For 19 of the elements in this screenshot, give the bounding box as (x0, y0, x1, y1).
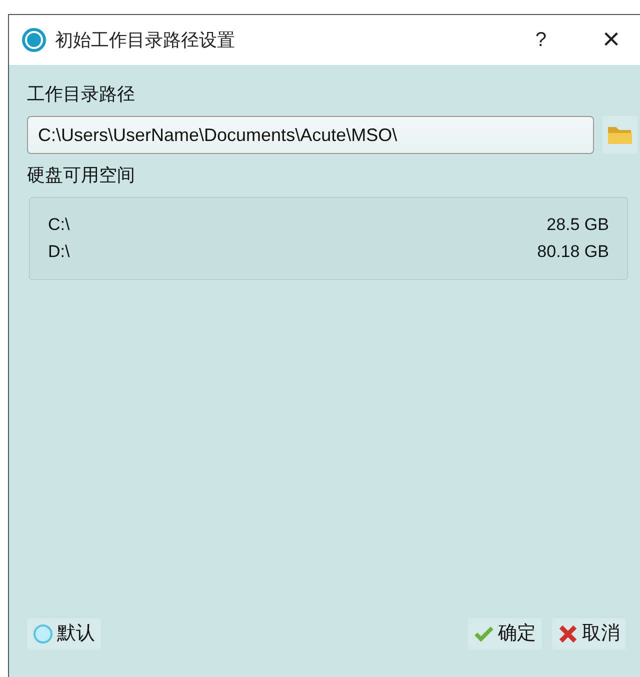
drive-name: C:\ (48, 216, 70, 235)
close-button[interactable]: × (602, 25, 620, 55)
ok-button[interactable]: 确定 (468, 618, 542, 650)
drive-name: D:\ (48, 242, 70, 262)
path-field[interactable]: C:\Users\UserName\Documents\Acute\MSO\ (27, 116, 594, 154)
default-button[interactable]: 默认 (27, 618, 101, 650)
browse-button[interactable] (602, 116, 638, 154)
folder-icon (607, 124, 633, 146)
free-space: 80.18 GB (537, 242, 609, 262)
radio-icon (33, 624, 53, 644)
help-button[interactable]: ? (535, 30, 546, 50)
cancel-button[interactable]: 取消 (552, 618, 626, 650)
disk-label: 硬盘可用空间 (27, 164, 135, 187)
window-title: 初始工作目录路径设置 (55, 28, 235, 52)
path-label: 工作目录路径 (27, 83, 135, 106)
logo-icon (21, 27, 47, 53)
cross-icon (558, 624, 578, 644)
free-space: 28.5 GB (546, 216, 609, 235)
check-icon (474, 624, 494, 644)
